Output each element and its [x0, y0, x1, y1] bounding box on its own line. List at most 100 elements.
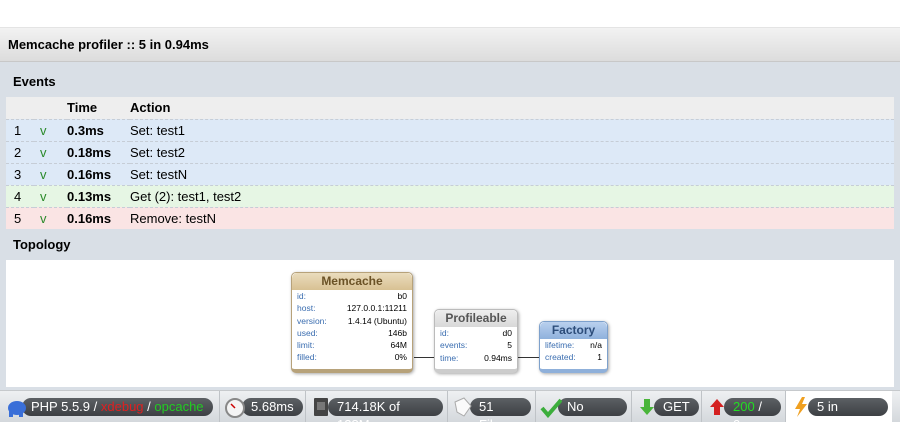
event-action: Set: test2 [130, 140, 894, 163]
time-badge: 5.68ms [242, 397, 303, 416]
property-key: lifetime: [545, 340, 575, 350]
node-title: Memcache [292, 273, 412, 290]
node-property: limit: 64M [292, 339, 412, 351]
event-action: Set: test1 [130, 118, 894, 141]
node-property: id: b0 [292, 290, 412, 302]
event-row[interactable]: 4 v 0.13ms Get (2): test1, test2 [6, 184, 894, 207]
memcache-item[interactable]: 5 in 0.94ms [786, 391, 892, 432]
event-time: 0.18ms [67, 140, 130, 163]
node-property: used: 146b [292, 327, 412, 339]
separator: / [143, 398, 155, 414]
event-row[interactable]: 5 v 0.16ms Remove: testN [6, 206, 894, 229]
arrow-up-icon [706, 396, 728, 418]
property-value: 0% [394, 352, 407, 363]
top-area [0, 0, 900, 28]
connector-line [518, 357, 540, 358]
method-badge: GET [654, 397, 699, 416]
stopwatch-icon [224, 396, 246, 418]
profileable-node[interactable]: Profileable id: d0 events: 5 time: 0.94ms [434, 309, 518, 373]
property-key: filled: [297, 352, 317, 363]
time-item[interactable]: 5.68ms [220, 391, 306, 422]
event-row[interactable]: 1 v 0.3ms Set: test1 [6, 118, 894, 141]
memory-chip-icon [310, 396, 332, 418]
property-key: events: [440, 340, 468, 351]
files-item[interactable]: 51 Files [448, 391, 536, 432]
property-key: id: [297, 291, 306, 301]
event-time: 0.3ms [67, 118, 130, 141]
col-time: Time [67, 97, 130, 119]
property-value: 1.4.14 (Ubuntu) [347, 315, 407, 326]
memory-item[interactable]: 714.18K of 128M [306, 391, 448, 432]
property-value: b0 [397, 291, 407, 301]
event-number: 4 [6, 184, 34, 207]
event-status: v [34, 162, 67, 185]
col-status [34, 97, 67, 119]
php-info-item[interactable]: PHP 5.5.9 / xdebug / opcache [0, 391, 220, 422]
property-value: n/a [590, 340, 602, 350]
node-property: version: 1.4.14 (Ubuntu) [292, 315, 412, 327]
event-time: 0.16ms [67, 206, 130, 229]
property-key: host: [297, 303, 316, 314]
topology-heading: Topology [13, 237, 71, 252]
property-value: 5 [507, 340, 512, 351]
request-method-item[interactable]: GET [632, 391, 702, 422]
event-action: Set: testN [130, 162, 894, 185]
event-status: v [34, 206, 67, 229]
node-property: filled: 0% [292, 351, 412, 363]
response-status-item[interactable]: 200 / 0 [702, 391, 786, 432]
xdebug-label: xdebug [100, 398, 144, 414]
event-time: 0.16ms [67, 162, 130, 185]
php-version-badge: PHP 5.5.9 / xdebug / opcache [22, 397, 213, 416]
event-row[interactable]: 2 v 0.18ms Set: test2 [6, 140, 894, 163]
topology-diagram: Memcache id: b0 host: 127.0.0.1:11211 versio… [6, 260, 894, 387]
separator: / [90, 398, 101, 414]
memcache-node[interactable]: Memcache id: b0 host: 127.0.0.1:11211 versio… [291, 272, 413, 373]
debug-toolbar: PHP 5.5.9 / xdebug / opcache 5.68ms 714.… [0, 390, 900, 432]
events-heading: Events [13, 74, 56, 89]
profiler-header: Memcache profiler :: 5 in 0.94ms [0, 28, 900, 62]
property-value: 64M [390, 340, 407, 351]
node-title: Factory [540, 322, 607, 339]
property-value: d0 [502, 328, 512, 338]
lightning-icon [790, 396, 812, 418]
property-key: version: [297, 315, 327, 326]
event-number: 2 [6, 140, 34, 163]
event-action: Remove: testN [130, 206, 894, 229]
event-status: v [34, 118, 67, 141]
node-property: lifetime: n/a [540, 339, 607, 351]
factory-node[interactable]: Factory lifetime: n/a created: 1 [539, 321, 608, 373]
col-action: Action [130, 97, 894, 119]
node-property: created: 1 [540, 351, 607, 363]
file-icon [452, 396, 474, 418]
event-status: v [34, 184, 67, 207]
connector-line [414, 357, 436, 358]
events-table: Time Action 1 v 0.3ms Set: test1 2 v 0.18ms Set… [6, 97, 894, 229]
status-count: 0 [733, 416, 741, 432]
event-number: 5 [6, 206, 34, 229]
property-value: 0.94ms [484, 352, 512, 363]
event-number: 1 [6, 118, 34, 141]
event-status: v [34, 140, 67, 163]
opcache-label: opcache [154, 398, 204, 414]
property-key: id: [440, 328, 449, 338]
separator: / [754, 398, 762, 414]
property-key: time: [440, 352, 459, 363]
property-key: used: [297, 327, 318, 338]
page-title: Memcache profiler :: 5 in 0.94ms [8, 37, 209, 52]
event-row[interactable]: 3 v 0.16ms Set: testN [6, 162, 894, 185]
errors-badge: No errors [558, 397, 627, 432]
event-number: 3 [6, 162, 34, 185]
node-property: id: d0 [435, 327, 517, 339]
checkmark-icon [540, 396, 563, 418]
property-value: 1 [597, 352, 602, 363]
arrow-down-icon [636, 396, 658, 418]
event-action: Get (2): test1, test2 [130, 184, 894, 207]
files-badge: 51 Files [470, 397, 531, 432]
property-key: limit: [297, 340, 315, 351]
status-badge: 200 / 0 [724, 397, 781, 432]
errors-item[interactable]: No errors [536, 391, 632, 432]
property-value: 127.0.0.1:11211 [346, 303, 407, 314]
memcache-badge: 5 in 0.94ms [808, 397, 888, 432]
profiler-panel: Events Time Action 1 v 0.3ms Set: test1 2 v 0.… [0, 62, 900, 390]
col-num [6, 97, 34, 119]
